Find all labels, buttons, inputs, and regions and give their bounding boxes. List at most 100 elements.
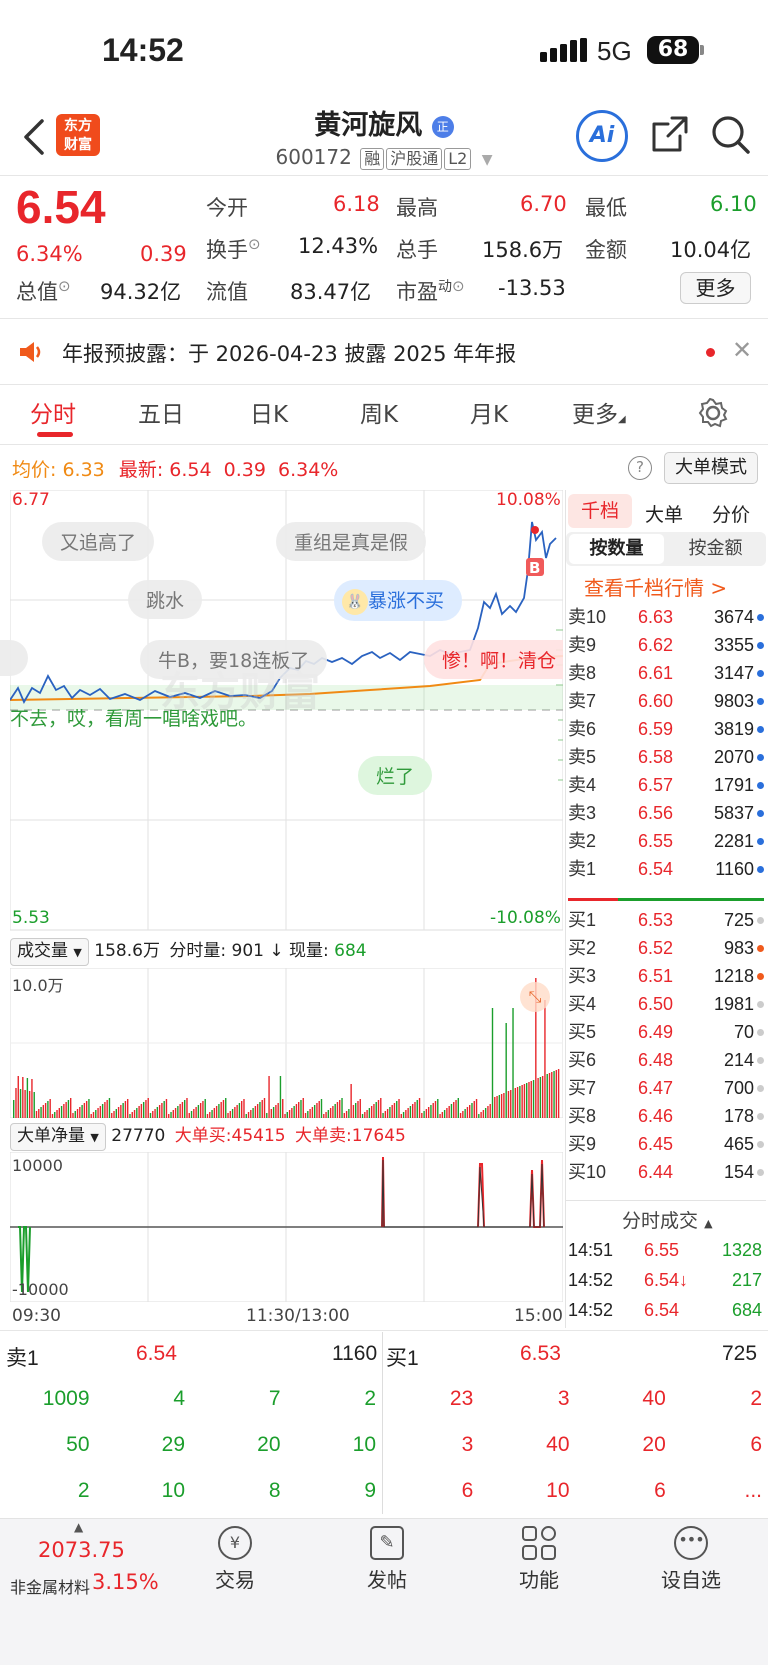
volume-bar bbox=[26, 1078, 29, 1118]
danmu-comment[interactable]: 🐰 暴涨不买 bbox=[334, 580, 463, 621]
float-label: 流值 bbox=[206, 280, 248, 304]
danmu-comment[interactable]: 又追高了 bbox=[42, 522, 155, 561]
volume-bar bbox=[537, 1078, 539, 1118]
volume-bar bbox=[133, 1110, 136, 1118]
volume-bar bbox=[327, 1110, 330, 1118]
big-order-mode-button[interactable]: 大单模式 bbox=[664, 452, 758, 484]
volume-bar bbox=[382, 1113, 384, 1118]
bid-row[interactable]: 买8 6.46 178 bbox=[566, 1102, 766, 1130]
bid-row[interactable]: 买1 6.53 725 bbox=[566, 906, 766, 934]
bid-label: 买6 bbox=[568, 1050, 597, 1070]
danmu-comment[interactable]: 牛B，要18连板了 bbox=[140, 640, 328, 679]
tab-price-dist[interactable]: 分价 bbox=[712, 500, 750, 527]
volume-bar bbox=[97, 1108, 99, 1118]
tab-big-orders[interactable]: 大单 bbox=[645, 500, 683, 527]
bid-row[interactable]: 买5 6.49 70 bbox=[566, 1018, 766, 1046]
volume-bar bbox=[117, 1107, 120, 1118]
volume-bar bbox=[142, 1102, 145, 1118]
bid-row[interactable]: 买3 6.51 1218 bbox=[566, 962, 766, 990]
ai-button[interactable]: Ai bbox=[576, 110, 628, 162]
volume-bar bbox=[530, 1081, 532, 1118]
expand-icon[interactable]: ⤡ bbox=[520, 982, 550, 1012]
ask-row[interactable]: 卖3 6.56 5837 bbox=[566, 799, 766, 827]
big-order-chart[interactable] bbox=[10, 1152, 563, 1302]
current-price: 6.54 bbox=[16, 181, 106, 233]
ask-row[interactable]: 卖9 6.62 3355 bbox=[566, 631, 766, 659]
help-icon[interactable]: ? bbox=[628, 456, 652, 480]
tab-daily[interactable]: 日K bbox=[250, 395, 288, 429]
ask-row[interactable]: 卖5 6.58 2070 bbox=[566, 743, 766, 771]
nav-add-watchlist[interactable]: ••• 设自选 bbox=[636, 1526, 746, 1593]
volume-chart[interactable] bbox=[10, 968, 563, 1118]
index-value[interactable]: 2073.75 bbox=[38, 1538, 125, 1562]
tab-5day[interactable]: 五日 bbox=[138, 395, 184, 429]
danmu-comment[interactable]: 重组是真是假 bbox=[276, 522, 427, 561]
big-sell-value: 17645 bbox=[351, 1126, 406, 1146]
danmu-comment[interactable]: 烂了 bbox=[358, 756, 433, 795]
ask-row[interactable]: 卖7 6.60 9803 bbox=[566, 687, 766, 715]
ask-row[interactable]: 卖4 6.57 1791 bbox=[566, 771, 766, 799]
more-button[interactable]: 更多 bbox=[680, 272, 751, 304]
bid-row[interactable]: 买7 6.47 700 bbox=[566, 1074, 766, 1102]
ask-row[interactable]: 卖6 6.59 3819 bbox=[566, 715, 766, 743]
danmu-comment[interactable]: 不去，哎，看周一唱啥戏吧。 bbox=[10, 704, 257, 731]
ask-price: 6.61 bbox=[638, 663, 674, 683]
bid-label: 买5 bbox=[568, 1022, 597, 1042]
bid-row[interactable]: 买6 6.48 214 bbox=[566, 1046, 766, 1074]
ask-label: 卖9 bbox=[568, 635, 597, 655]
volume-bar bbox=[553, 1071, 555, 1118]
settings-icon[interactable] bbox=[698, 398, 728, 428]
tab-depth[interactable]: 千档 bbox=[568, 494, 632, 528]
ask-price: 6.63 bbox=[638, 607, 674, 627]
volume-bar bbox=[516, 1087, 519, 1118]
volume-bar bbox=[469, 1105, 471, 1118]
bid-row[interactable]: 买2 6.52 983 bbox=[566, 934, 766, 962]
volume-bar bbox=[268, 1076, 270, 1118]
volume-bar bbox=[348, 1109, 350, 1118]
ticks-title[interactable]: 分时成交 ▲ bbox=[622, 1206, 713, 1233]
info-icon[interactable]: ⊙ bbox=[58, 277, 71, 295]
search-icon[interactable] bbox=[710, 114, 752, 156]
nav-post[interactable]: ✎ 发帖 bbox=[332, 1526, 442, 1593]
volume-bar bbox=[172, 1110, 174, 1118]
index-name[interactable]: 非金属材料 bbox=[10, 1574, 90, 1598]
subtab-by-qty[interactable]: 按数量 bbox=[569, 534, 664, 564]
tab-intraday[interactable]: 分时 bbox=[30, 395, 76, 429]
close-icon[interactable]: ✕ bbox=[732, 336, 752, 364]
order-dot-icon bbox=[757, 1029, 764, 1036]
volume-bar bbox=[79, 1107, 81, 1118]
ask-row[interactable]: 卖2 6.55 2281 bbox=[566, 827, 766, 855]
bid-row[interactable]: 买9 6.45 465 bbox=[566, 1130, 766, 1158]
ask-row[interactable]: 卖10 6.63 3674 bbox=[566, 603, 766, 631]
volume-bar bbox=[343, 1113, 345, 1118]
tab-more[interactable]: 更多◢ bbox=[572, 395, 626, 429]
ask-row[interactable]: 卖1 6.54 1160 bbox=[566, 855, 766, 883]
big-order-dropdown[interactable]: 大单净量 ▼ bbox=[10, 1123, 106, 1151]
tab-weekly[interactable]: 周K bbox=[360, 395, 398, 429]
volume-bar bbox=[441, 1112, 444, 1118]
time-axis-end: 15:00 bbox=[514, 1306, 563, 1326]
nav-functions[interactable]: 功能 bbox=[484, 1526, 594, 1593]
float-value: 83.47亿 bbox=[290, 280, 372, 304]
ask-vol: 1160 bbox=[715, 859, 754, 879]
ask-row[interactable]: 卖8 6.61 3147 bbox=[566, 659, 766, 687]
pe-label-text: 市盈 bbox=[396, 280, 438, 304]
tab-monthly[interactable]: 月K bbox=[470, 395, 508, 429]
volume-bar bbox=[31, 1079, 33, 1118]
volume-bar bbox=[391, 1105, 393, 1118]
view-depth-link[interactable]: 查看千档行情 > bbox=[584, 572, 727, 601]
danmu-comment[interactable]: 惨！啊！清仓 bbox=[424, 640, 563, 679]
index-pct[interactable]: 3.15% bbox=[92, 1570, 159, 1594]
divider bbox=[0, 1330, 768, 1331]
info-icon[interactable]: ⊙ bbox=[248, 235, 261, 253]
nav-trade[interactable]: ¥ 交易 bbox=[180, 1526, 290, 1593]
notice-bar[interactable]: 年报预披露：于 2026-04-23 披露 2025 年年报 ✕ bbox=[0, 322, 768, 382]
share-icon[interactable] bbox=[650, 114, 690, 154]
volume-dropdown[interactable]: 成交量 ▼ bbox=[10, 938, 89, 966]
bid-row[interactable]: 买4 6.50 1981 bbox=[566, 990, 766, 1018]
bid-row[interactable]: 买10 6.44 154 bbox=[566, 1158, 766, 1186]
info-icon[interactable]: ⊙ bbox=[452, 277, 465, 295]
subtab-by-amount[interactable]: 按金额 bbox=[668, 534, 763, 564]
ratio-bar-green bbox=[618, 898, 764, 901]
danmu-comment[interactable]: 跳水 bbox=[128, 580, 203, 619]
